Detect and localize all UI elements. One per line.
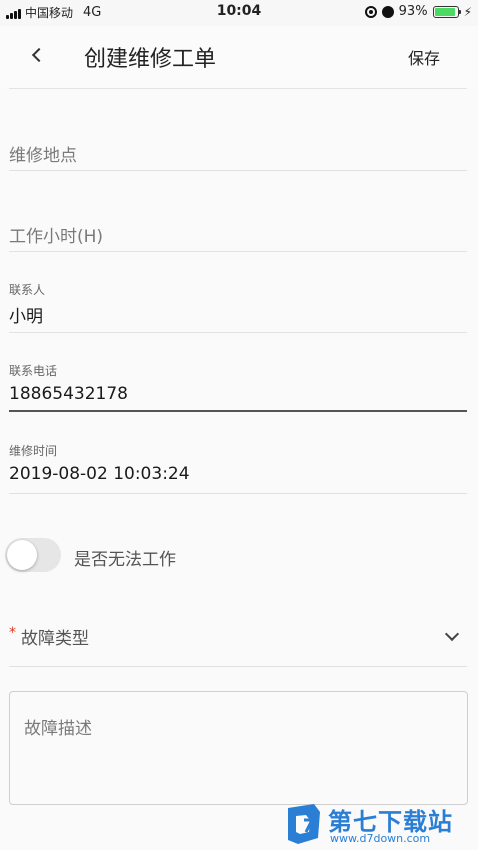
nav-divider <box>9 88 467 89</box>
location-field[interactable]: 维修地点 <box>9 120 467 171</box>
fault-description-placeholder: 故障描述 <box>24 719 92 739</box>
unable-to-work-toggle[interactable] <box>5 538 61 572</box>
page-title: 创建维修工单 <box>84 47 217 72</box>
location-placeholder: 维修地点 <box>9 146 77 166</box>
nav-bar: 创建维修工单 保存 <box>0 26 478 89</box>
charging-icon: ⚡ <box>463 4 472 19</box>
back-button[interactable] <box>22 40 52 70</box>
fault-description-textarea[interactable]: 故障描述 <box>9 691 468 805</box>
contact-field[interactable]: 联系人 小明 <box>9 272 467 333</box>
repair-time-value: 2019-08-02 10:03:24 <box>9 464 190 484</box>
phone-field[interactable]: 联系电话 18865432178 <box>9 352 467 412</box>
battery-icon <box>432 5 461 18</box>
contact-label: 联系人 <box>9 283 46 297</box>
watermark-url: www.d7down.com <box>330 832 431 845</box>
phone-label: 联系电话 <box>9 364 58 378</box>
status-right: 93% ⚡ <box>364 4 472 19</box>
phone-value: 18865432178 <box>9 384 128 404</box>
repair-time-label: 维修时间 <box>9 444 58 458</box>
battery-percent: 93% <box>398 4 428 19</box>
work-hours-placeholder: 工作小时(H) <box>9 227 104 247</box>
d7-logo-icon <box>288 804 320 844</box>
orientation-lock-icon <box>364 5 377 18</box>
chevron-left-icon <box>31 47 47 63</box>
watermark: 第七下载站 www.d7down.com <box>284 800 474 848</box>
save-button[interactable]: 保存 <box>408 45 440 69</box>
work-hours-field[interactable]: 工作小时(H) <box>9 200 467 252</box>
repair-time-field[interactable]: 维修时间 2019-08-02 10:03:24 <box>9 434 467 494</box>
alarm-icon <box>381 5 394 18</box>
chevron-down-icon <box>444 626 460 642</box>
toggle-knob <box>7 540 37 570</box>
required-mark: * <box>9 625 16 641</box>
unable-to-work-label: 是否无法工作 <box>74 550 176 570</box>
contact-value: 小明 <box>9 307 43 327</box>
status-bar: 中国移动 4G 10:04 93% ⚡ <box>0 0 478 26</box>
fault-type-label: 故障类型 <box>21 629 89 649</box>
fault-type-select[interactable]: * 故障类型 <box>9 610 467 667</box>
